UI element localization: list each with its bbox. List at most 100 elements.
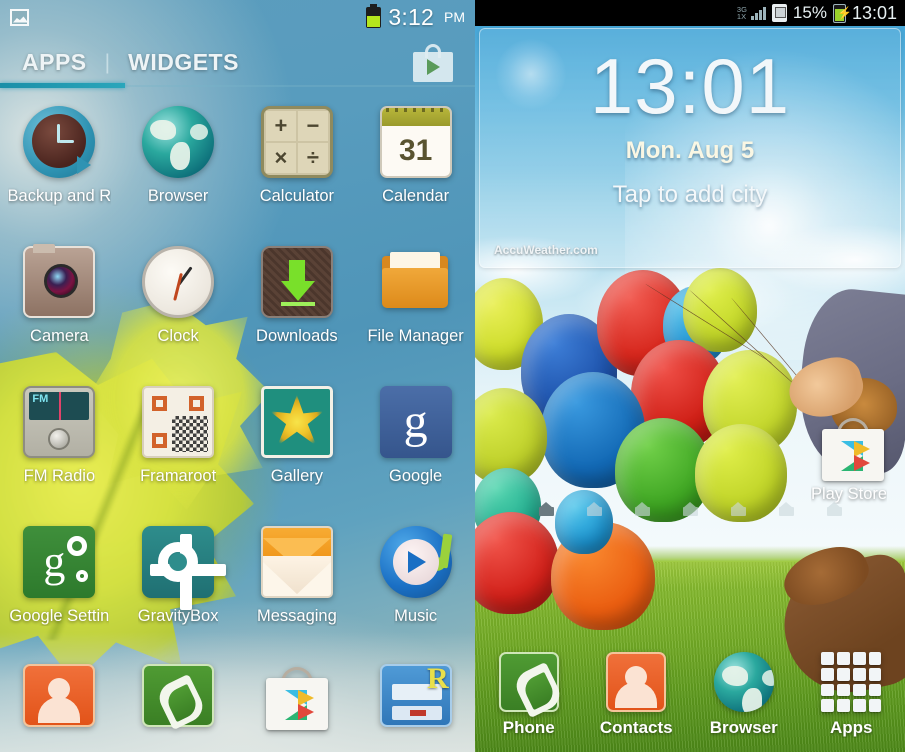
app-calendar[interactable]: 31 Calendar	[356, 94, 475, 234]
messaging-envelope-icon	[260, 526, 333, 598]
weather-provider: AccuWeather.com	[494, 243, 598, 257]
calc-key-minus: −	[297, 111, 328, 141]
widget-time: 13:01	[589, 42, 791, 130]
contacts-icon	[23, 664, 96, 727]
apps-grid-icon	[821, 652, 882, 712]
app-play-store[interactable]	[238, 654, 357, 736]
home-dock: Phone Contacts Browser Apps	[475, 644, 905, 748]
widget-date: Mon. Aug 5	[625, 137, 755, 164]
app-label: Backup and R	[7, 187, 112, 205]
app-fm-radio[interactable]: FM Radio	[0, 374, 119, 514]
play-store-icon	[817, 415, 884, 481]
tab-widgets[interactable]: WIDGETS	[128, 49, 239, 88]
app-label: Music	[394, 607, 438, 625]
weather-clock-widget[interactable]: 13:01 Mon. Aug 5 Tap to add city AccuWea…	[479, 28, 901, 268]
contacts-icon	[606, 652, 667, 712]
home-page-indicator-icon[interactable]	[634, 502, 650, 516]
calculator-icon: + − × ÷	[260, 106, 333, 178]
home-page-indicator-icon[interactable]	[778, 502, 794, 516]
app-gallery[interactable]: Gallery	[238, 374, 357, 514]
app-messaging[interactable]: Messaging	[238, 514, 357, 654]
home-page-indicator-icon[interactable]	[538, 502, 554, 516]
dock-item-browser[interactable]: Browser	[690, 644, 798, 748]
dual-screenshot-comparison: 3:12 PM APPS | WIDGETS Backup and R Brow…	[0, 0, 905, 752]
calendar-icon: 31	[379, 106, 452, 178]
right-status-bar: 3G 1X 15% ⚡ 13:01	[475, 0, 905, 26]
calendar-day: 31	[398, 134, 433, 167]
home-page-indicator-icon[interactable]	[682, 502, 698, 516]
status-ampm: PM	[444, 9, 465, 25]
app-google-settings[interactable]: Google Settin	[0, 514, 119, 654]
google-g-icon	[379, 386, 452, 458]
app-gravitybox[interactable]: GravityBox	[119, 514, 238, 654]
app-google[interactable]: Google	[356, 374, 475, 514]
calendar-header	[381, 108, 450, 126]
camera-icon	[23, 244, 96, 318]
dock-label: Browser	[709, 718, 778, 737]
app-music[interactable]: Music	[356, 514, 475, 654]
gravitybox-gear-icon	[142, 526, 227, 610]
calc-key-times: ×	[265, 143, 296, 173]
app-label: FM Radio	[23, 467, 96, 485]
sim-card-icon	[771, 4, 787, 22]
app-label: Framaroot	[140, 467, 217, 485]
tab-active-underline	[0, 83, 125, 88]
app-grid: Backup and R Browser + − × ÷ Calculator	[0, 88, 475, 736]
app-framaroot[interactable]: Framaroot	[119, 374, 238, 514]
app-downloads[interactable]: Downloads	[238, 234, 357, 374]
home-page-indicator-icon[interactable]	[730, 502, 746, 516]
network-type-labels: 3G 1X	[736, 5, 747, 21]
add-city-prompt[interactable]: Tap to add city	[480, 181, 900, 209]
app-file-manager[interactable]: File Manager	[356, 234, 475, 374]
app-clock[interactable]: Clock	[119, 234, 238, 374]
app-row-partial: R	[0, 654, 475, 736]
app-label: Messaging	[256, 607, 337, 625]
app-phone[interactable]	[119, 654, 238, 736]
app-label: Google Settin	[9, 607, 110, 625]
battery-percent: 15%	[792, 3, 827, 22]
app-calculator[interactable]: + − × ÷ Calculator	[238, 94, 357, 234]
image-screenshot-icon	[10, 8, 29, 26]
app-camera[interactable]: Camera	[0, 234, 119, 374]
app-label: Google	[389, 467, 443, 485]
app-label: Downloads	[256, 327, 338, 345]
home-page-indicator-icon[interactable]	[826, 502, 842, 516]
network-1x-label: 1X	[736, 12, 747, 21]
status-clock: 13:01	[851, 2, 897, 23]
calc-key-divide: ÷	[297, 143, 328, 173]
app-label: Clock	[157, 327, 199, 345]
dock-label: Phone	[502, 718, 555, 737]
file-manager-folder-icon	[380, 246, 452, 318]
app-browser[interactable]: Browser	[119, 94, 238, 234]
app-drawer-screen: 3:12 PM APPS | WIDGETS Backup and R Brow…	[0, 0, 475, 752]
left-status-bar: 3:12 PM	[0, 0, 475, 34]
dock-item-contacts[interactable]: Contacts	[583, 644, 691, 748]
browser-globe-icon	[713, 652, 774, 712]
left-status-bar-right: 3:12 PM	[366, 3, 465, 31]
play-store-icon	[261, 664, 333, 730]
app-label: Camera	[30, 327, 89, 345]
app-label: Calendar	[382, 187, 450, 205]
dock-item-phone[interactable]: Phone	[475, 644, 583, 748]
app-root-explorer[interactable]: R	[356, 654, 475, 736]
tab-bar-rule	[125, 85, 475, 87]
app-row: FM Radio Framaroot Gallery Google	[0, 374, 475, 514]
dock-label: Apps	[830, 718, 873, 737]
app-backup-and-restore[interactable]: Backup and R	[0, 94, 119, 234]
phone-icon	[142, 664, 215, 731]
backup-and-restore-icon	[23, 106, 96, 178]
phone-icon	[498, 652, 565, 719]
app-label: Calculator	[259, 187, 335, 205]
app-contacts[interactable]	[0, 654, 119, 736]
home-app-play-store[interactable]: Play Store	[811, 415, 887, 507]
dock-item-apps[interactable]: Apps	[798, 644, 905, 748]
browser-globe-icon	[142, 106, 215, 178]
drawer-tab-bar: APPS | WIDGETS	[0, 34, 475, 88]
home-page-indicator-icon[interactable]	[586, 502, 602, 516]
dock-label: Contacts	[599, 718, 673, 737]
play-shop-icon[interactable]	[413, 44, 453, 82]
calc-key-plus: +	[265, 111, 296, 141]
signal-bars-icon	[750, 6, 766, 20]
clock-icon	[142, 246, 215, 318]
music-icon	[379, 526, 452, 598]
